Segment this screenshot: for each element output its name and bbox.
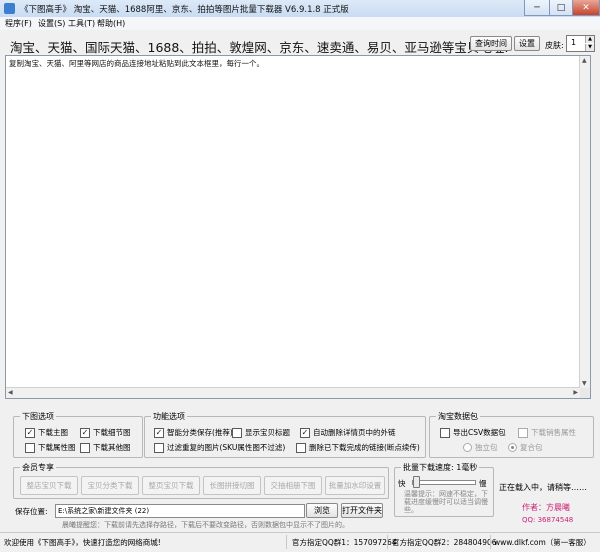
save-path-input[interactable]: E:\系统之家\新建文件夹 (22) xyxy=(55,504,305,518)
textarea-hint: 复制淘宝、天猫、阿里等网店的商品连接地址粘贴到此文本框里，每行一个。 xyxy=(9,59,264,68)
checkbox-smart-classify[interactable]: ✓ 智能分类保存(推荐) xyxy=(154,427,233,438)
skin-label: 皮肤: xyxy=(545,41,564,50)
radio-combined[interactable]: 复合包 xyxy=(508,442,543,453)
save-note: 晨曦提醒您：下载前请先选择存路径，下载后不要改变路径，否则数据包中显示不了图片的… xyxy=(62,521,349,529)
query-time-button[interactable]: 查询时间 xyxy=(470,36,512,51)
url-label: 淘宝、天猫、国际天猫、1688、拍拍、敦煌网、京东、速卖通、易贝、亚马逊等宝贝地… xyxy=(10,40,509,55)
minimize-button[interactable]: ─ xyxy=(524,0,550,16)
menu-help[interactable]: 帮助(H) xyxy=(97,18,125,29)
menu-bar: 程序(F) 设置(S) 工具(T) 帮助(H) xyxy=(0,17,600,30)
menu-tools[interactable]: 工具(T) xyxy=(68,18,95,29)
status-qq-group1: 官方指定QQ群1：157097264 xyxy=(292,538,397,547)
vip-watermark-button[interactable]: 批量加水印设置 xyxy=(325,476,385,495)
checkbox-attribute-image[interactable]: 下载属性图 xyxy=(25,442,76,453)
skin-stepper[interactable]: 1 ▲ ▼ xyxy=(566,35,595,52)
radio-standalone[interactable]: 独立包 xyxy=(463,442,498,453)
loading-text: 正在载入中，请稍等…… xyxy=(499,483,587,492)
browse-button[interactable]: 浏览 xyxy=(306,503,338,518)
author-label: 作者：方晨曦 xyxy=(522,503,570,512)
settings-button[interactable]: 设置 xyxy=(514,36,540,51)
checkbox-download-sales-attr[interactable]: 下载销售属性 xyxy=(518,427,576,438)
function-options-title: 功能选项 xyxy=(151,411,187,422)
vip-page-download-button[interactable]: 整页宝贝下载 xyxy=(142,476,200,495)
check-icon: ✓ xyxy=(80,427,90,438)
menu-settings[interactable]: 设置(S) xyxy=(38,18,65,29)
checkbox-export-csv[interactable]: 导出CSV数据包 xyxy=(440,427,506,438)
check-icon: ✓ xyxy=(154,427,164,438)
scroll-down-icon[interactable]: ▼ xyxy=(582,380,587,387)
checkbox-main-image[interactable]: ✓ 下载主图 xyxy=(25,427,68,438)
vip-shop-download-button[interactable]: 整店宝贝下载 xyxy=(20,476,78,495)
vip-long-image-button[interactable]: 长图拼接切图 xyxy=(203,476,261,495)
vertical-scrollbar[interactable]: ▲ ▼ xyxy=(579,56,590,388)
scroll-corner xyxy=(580,388,590,398)
open-folder-button[interactable]: 打开文件夹 xyxy=(341,503,383,518)
speed-fast-label: 快 xyxy=(398,479,406,488)
window-title: 《下图高手》 淘宝、天猫、1688阿里、京东、拍拍等图片批量下载器 V6.9.1… xyxy=(20,5,349,15)
speed-slow-label: 慢 xyxy=(479,479,487,488)
speed-title: 批量下载速度: 1毫秒 xyxy=(401,462,480,473)
speed-tip: 温馨提示：网速不稳定，下载进度缓慢时可以适当调慢些。 xyxy=(404,490,488,514)
checkbox-filter-duplicates[interactable]: 过滤重复的图片(SKU属性图不过滤) xyxy=(154,442,285,453)
url-textarea[interactable]: 复制淘宝、天猫、阿里等网店的商品连接地址粘贴到此文本框里，每行一个。 ▲ ▼ ◀… xyxy=(5,55,591,399)
checkbox-remove-external-links[interactable]: ✓ 自动删除详情页中的外链 xyxy=(300,427,396,438)
download-options-title: 下图选项 xyxy=(20,411,56,422)
vip-album-download-button[interactable]: 交抽相册下图 xyxy=(264,476,322,495)
speed-slider-track[interactable] xyxy=(412,480,476,485)
status-qq-group2: 官方指定QQ群2：284804906 xyxy=(392,538,497,547)
check-icon: ✓ xyxy=(300,427,310,438)
checkbox-show-title[interactable]: 显示宝贝标题 xyxy=(232,427,290,438)
status-welcome: 欢迎使用《下图高手》，快速打造您的网络商城! xyxy=(4,538,161,547)
menu-program[interactable]: 程序(F) xyxy=(5,18,32,29)
close-button[interactable]: ✕ xyxy=(572,0,600,16)
save-location-label: 保存位置: xyxy=(15,507,48,516)
vip-category-download-button[interactable]: 宝贝分类下载 xyxy=(81,476,139,495)
check-icon: ✓ xyxy=(25,427,35,438)
title-bar: 《下图高手》 淘宝、天猫、1688阿里、京东、拍拍等图片批量下载器 V6.9.1… xyxy=(0,0,600,18)
horizontal-scrollbar[interactable]: ◀ ▶ xyxy=(6,387,580,398)
spin-down-icon[interactable]: ▼ xyxy=(585,44,594,51)
app-icon xyxy=(4,3,15,14)
scroll-left-icon[interactable]: ◀ xyxy=(8,389,13,396)
checkbox-delete-downloaded[interactable]: 删除已下载完成的链接(断点续传) xyxy=(296,442,420,453)
scroll-up-icon[interactable]: ▲ xyxy=(582,57,587,64)
checkbox-other-image[interactable]: 下载其他图 xyxy=(80,442,131,453)
taobao-package-title: 淘宝数据包 xyxy=(436,411,480,422)
speed-slider-thumb[interactable] xyxy=(413,476,420,488)
vip-title: 会员专享 xyxy=(20,462,56,473)
author-qq: QQ: 36874548 xyxy=(522,516,574,524)
status-bar: 欢迎使用《下图高手》，快速打造您的网络商城! 官方指定QQ群1：15709726… xyxy=(0,532,600,552)
checkbox-detail-image[interactable]: ✓ 下载细节图 xyxy=(80,427,131,438)
status-site: www.dlkf.com（第一客服） xyxy=(494,538,591,547)
spin-up-icon[interactable]: ▲ xyxy=(585,36,594,43)
skin-value: 1 xyxy=(571,38,577,47)
maximize-button[interactable]: □ xyxy=(549,0,573,16)
scroll-right-icon[interactable]: ▶ xyxy=(573,389,578,396)
